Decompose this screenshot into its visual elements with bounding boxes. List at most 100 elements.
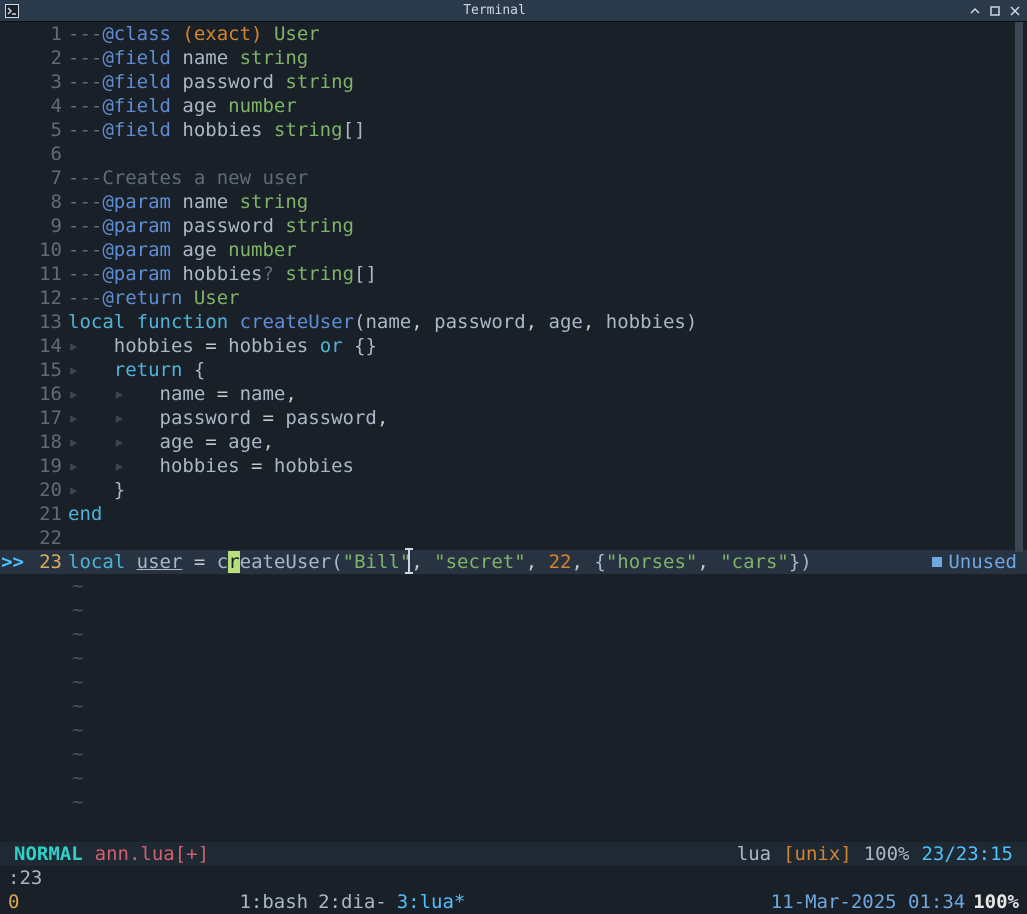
text-cursor-ibeam <box>408 550 410 572</box>
code-content[interactable]: ---@param age number <box>68 238 1027 262</box>
sign-column <box>0 526 28 550</box>
code-content[interactable] <box>68 142 1027 166</box>
tmux-session[interactable]: 0 <box>8 890 19 914</box>
code-content[interactable]: ---@param password string <box>68 214 1027 238</box>
sign-column <box>0 502 28 526</box>
code-content[interactable]: end <box>68 502 1027 526</box>
sign-column <box>0 454 28 478</box>
code-line[interactable]: 22 <box>0 526 1027 550</box>
command-line[interactable]: :23 <box>0 866 1027 890</box>
maximize-button[interactable] <box>987 3 1003 19</box>
code-line[interactable]: 13local function createUser(name, passwo… <box>0 310 1027 334</box>
empty-line: ~ <box>0 742 1027 766</box>
sign-column: >> <box>0 550 28 574</box>
empty-line: ~ <box>0 574 1027 598</box>
code-content[interactable]: local function createUser(name, password… <box>68 310 1027 334</box>
code-line[interactable]: 10---@param age number <box>0 238 1027 262</box>
code-line[interactable]: 16▸ ▸ name = name, <box>0 382 1027 406</box>
code-line[interactable]: 7---Creates a new user <box>0 166 1027 190</box>
scroll-percent: 100% <box>858 842 916 866</box>
tmux-window[interactable]: 2:dia- <box>308 891 387 913</box>
code-line[interactable]: >>23local user = createUser("Bill", "sec… <box>0 550 1027 574</box>
line-number: 4 <box>28 94 68 118</box>
editor-viewport[interactable]: 1---@class (exact) User2---@field name s… <box>0 22 1027 842</box>
sign-column <box>0 262 28 286</box>
empty-line: ~ <box>0 694 1027 718</box>
code-content[interactable]: ---@param name string <box>68 190 1027 214</box>
code-line[interactable]: 6 <box>0 142 1027 166</box>
vim-statusline: NORMAL ann.lua[+] lua [unix] 100% 23/23:… <box>0 842 1027 866</box>
sign-column <box>0 70 28 94</box>
code-content[interactable]: ▸ ▸ age = age, <box>68 430 1027 454</box>
sign-column <box>0 286 28 310</box>
empty-line: ~ <box>0 622 1027 646</box>
line-number: 21 <box>28 502 68 526</box>
line-number: 14 <box>28 334 68 358</box>
code-content[interactable]: ---@field password string <box>68 70 1027 94</box>
sign-column <box>0 310 28 334</box>
empty-line: ~ <box>0 766 1027 790</box>
code-line[interactable]: 5---@field hobbies string[] <box>0 118 1027 142</box>
sign-column <box>0 478 28 502</box>
code-line[interactable]: 8---@param name string <box>0 190 1027 214</box>
code-content[interactable]: ---Creates a new user <box>68 166 1027 190</box>
titlebar: Terminal <box>0 0 1027 22</box>
code-content[interactable]: ▸ ▸ name = name, <box>68 382 1027 406</box>
sign-column <box>0 94 28 118</box>
code-content[interactable]: ▸ } <box>68 478 1027 502</box>
scrollbar[interactable] <box>1015 22 1023 552</box>
code-line[interactable]: 12---@return User <box>0 286 1027 310</box>
terminal-icon <box>4 3 20 19</box>
code-content[interactable]: local user = createUser("Bill", "secret"… <box>68 550 1027 574</box>
code-line[interactable]: 4---@field age number <box>0 94 1027 118</box>
code-content[interactable]: ---@field age number <box>68 94 1027 118</box>
filetype: lua <box>731 842 777 866</box>
tmux-windows: 1:bash2:dia-3:lua* <box>229 890 465 914</box>
encoding: [unix] <box>777 842 858 866</box>
code-line[interactable]: 19▸ ▸ hobbies = hobbies <box>0 454 1027 478</box>
code-line[interactable]: 15▸ return { <box>0 358 1027 382</box>
diagnostic-text: Unused <box>948 550 1017 574</box>
tmux-window[interactable]: 3:lua* <box>387 891 466 913</box>
window-title: Terminal <box>26 0 963 23</box>
sign-column <box>0 430 28 454</box>
sign-column <box>0 118 28 142</box>
code-content[interactable]: ▸ return { <box>68 358 1027 382</box>
code-line[interactable]: 18▸ ▸ age = age, <box>0 430 1027 454</box>
line-number: 3 <box>28 70 68 94</box>
line-number: 7 <box>28 166 68 190</box>
code-content[interactable]: ▸ ▸ hobbies = hobbies <box>68 454 1027 478</box>
code-line[interactable]: 3---@field password string <box>0 70 1027 94</box>
code-content[interactable] <box>68 526 1027 550</box>
minimize-button[interactable] <box>967 3 983 19</box>
tmux-window[interactable]: 1:bash <box>229 891 308 913</box>
code-content[interactable]: ---@return User <box>68 286 1027 310</box>
close-button[interactable] <box>1007 3 1023 19</box>
code-line[interactable]: 14▸ hobbies = hobbies or {} <box>0 334 1027 358</box>
code-line[interactable]: 2---@field name string <box>0 46 1027 70</box>
line-number: 9 <box>28 214 68 238</box>
code-line[interactable]: 20▸ } <box>0 478 1027 502</box>
sign-column <box>0 334 28 358</box>
file-name: ann.lua[+] <box>89 842 215 866</box>
code-line[interactable]: 21end <box>0 502 1027 526</box>
diagnostic-icon <box>932 557 942 567</box>
line-number: 6 <box>28 142 68 166</box>
tmux-datetime: 11-Mar-2025 01:34 <box>771 890 965 914</box>
code-line[interactable]: 11---@param hobbies? string[] <box>0 262 1027 286</box>
command-text: :23 <box>8 866 42 890</box>
code-content[interactable]: ---@class (exact) User <box>68 22 1027 46</box>
sign-column <box>0 142 28 166</box>
code-content[interactable]: ---@param hobbies? string[] <box>68 262 1027 286</box>
sign-column <box>0 238 28 262</box>
line-number: 12 <box>28 286 68 310</box>
code-content[interactable]: ---@field name string <box>68 46 1027 70</box>
code-line[interactable]: 17▸ ▸ password = password, <box>0 406 1027 430</box>
sign-column <box>0 190 28 214</box>
code-line[interactable]: 9---@param password string <box>0 214 1027 238</box>
code-line[interactable]: 1---@class (exact) User <box>0 22 1027 46</box>
code-content[interactable]: ▸ hobbies = hobbies or {} <box>68 334 1027 358</box>
code-content[interactable]: ---@field hobbies string[] <box>68 118 1027 142</box>
code-content[interactable]: ▸ ▸ password = password, <box>68 406 1027 430</box>
tmux-percent: 100% <box>965 890 1019 914</box>
